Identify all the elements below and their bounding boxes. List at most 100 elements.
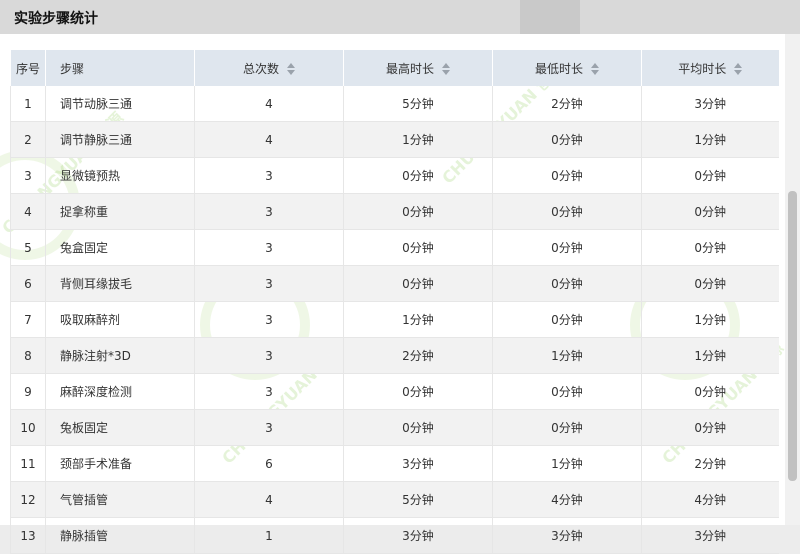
cell-index: 6 (10, 265, 46, 302)
cell-avg-duration: 0分钟 (641, 409, 779, 446)
cell-max-duration: 5分钟 (343, 481, 493, 518)
cell-index: 3 (10, 157, 46, 194)
cell-step: 兔盒固定 (45, 229, 195, 266)
cell-min-duration: 1分钟 (492, 337, 642, 374)
header-index: 序号 (10, 50, 46, 86)
table-row: 12 气管插管 4 5分钟 4分钟 4分钟 (10, 481, 779, 518)
cell-total-count: 4 (194, 121, 344, 158)
table-row: 8 静脉注射*3D 3 2分钟 1分钟 1分钟 (10, 337, 779, 374)
cell-max-duration: 0分钟 (343, 373, 493, 410)
cell-max-duration: 1分钟 (343, 301, 493, 338)
cell-step: 麻醉深度检测 (45, 373, 195, 410)
cell-avg-duration: 0分钟 (641, 229, 779, 266)
cell-min-duration: 0分钟 (492, 373, 642, 410)
cell-min-duration: 0分钟 (492, 229, 642, 266)
cell-min-duration: 0分钟 (492, 157, 642, 194)
cell-avg-duration: 3分钟 (641, 86, 779, 122)
vertical-scrollbar[interactable] (785, 34, 800, 525)
cell-total-count: 6 (194, 445, 344, 482)
table-row: 4 捉拿称重 3 0分钟 0分钟 0分钟 (10, 193, 779, 230)
table-row: 5 兔盒固定 3 0分钟 0分钟 0分钟 (10, 229, 779, 266)
table-row: 3 显微镜预热 3 0分钟 0分钟 0分钟 (10, 157, 779, 194)
scrollbar-thumb[interactable] (788, 191, 797, 481)
cell-index: 12 (10, 481, 46, 518)
cell-index: 10 (10, 409, 46, 446)
cell-max-duration: 5分钟 (343, 86, 493, 122)
cell-total-count: 1 (194, 517, 344, 554)
cell-max-duration: 0分钟 (343, 265, 493, 302)
cell-min-duration: 1分钟 (492, 445, 642, 482)
cell-index: 8 (10, 337, 46, 374)
sort-icon[interactable] (287, 63, 295, 75)
cell-max-duration: 3分钟 (343, 517, 493, 554)
cell-max-duration: 0分钟 (343, 193, 493, 230)
cell-max-duration: 0分钟 (343, 409, 493, 446)
cell-step: 颈部手术准备 (45, 445, 195, 482)
cell-avg-duration: 1分钟 (641, 121, 779, 158)
steps-table: 序号 步骤 总次数 最高时长 最低时长 平均时长 1 调节动脉三通 4 5分钟 2分钟 3… (10, 50, 779, 554)
cell-step: 显微镜预热 (45, 157, 195, 194)
cell-total-count: 3 (194, 265, 344, 302)
table-row: 6 背侧耳缘拔毛 3 0分钟 0分钟 0分钟 (10, 265, 779, 302)
cell-index: 1 (10, 86, 46, 122)
cell-step: 静脉插管 (45, 517, 195, 554)
cell-step: 静脉注射*3D (45, 337, 195, 374)
table-row: 7 吸取麻醉剂 3 1分钟 0分钟 1分钟 (10, 301, 779, 338)
sort-icon[interactable] (442, 63, 450, 75)
cell-max-duration: 3分钟 (343, 445, 493, 482)
sort-icon[interactable] (734, 63, 743, 75)
dialog-title-bar: 实验步骤统计 (0, 0, 800, 34)
cell-avg-duration: 0分钟 (641, 373, 779, 410)
table-row: 10 兔板固定 3 0分钟 0分钟 0分钟 (10, 409, 779, 446)
cell-avg-duration: 3分钟 (641, 517, 779, 554)
cell-avg-duration: 0分钟 (641, 265, 779, 302)
cell-index: 4 (10, 193, 46, 230)
cell-avg-duration: 0分钟 (641, 193, 779, 230)
table-row: 13 静脉插管 1 3分钟 3分钟 3分钟 (10, 517, 779, 554)
cell-total-count: 4 (194, 481, 344, 518)
cell-avg-duration: 2分钟 (641, 445, 779, 482)
cell-avg-duration: 4分钟 (641, 481, 779, 518)
cell-min-duration: 0分钟 (492, 409, 642, 446)
cell-avg-duration: 0分钟 (641, 157, 779, 194)
table-row: 1 调节动脉三通 4 5分钟 2分钟 3分钟 (10, 86, 779, 122)
table-header-row: 序号 步骤 总次数 最高时长 最低时长 平均时长 (10, 50, 779, 86)
header-step: 步骤 (45, 50, 195, 86)
cell-total-count: 3 (194, 373, 344, 410)
cell-total-count: 3 (194, 229, 344, 266)
cell-step: 背侧耳缘拔毛 (45, 265, 195, 302)
cell-max-duration: 2分钟 (343, 337, 493, 374)
cell-max-duration: 1分钟 (343, 121, 493, 158)
cell-step: 气管插管 (45, 481, 195, 518)
cell-total-count: 3 (194, 337, 344, 374)
header-avg-duration[interactable]: 平均时长 (641, 50, 779, 86)
cell-index: 13 (10, 517, 46, 554)
header-max-duration[interactable]: 最高时长 (343, 50, 493, 86)
cell-total-count: 3 (194, 157, 344, 194)
cell-avg-duration: 1分钟 (641, 301, 779, 338)
dialog-title: 实验步骤统计 (14, 11, 98, 27)
table-row: 9 麻醉深度检测 3 0分钟 0分钟 0分钟 (10, 373, 779, 410)
sort-icon[interactable] (591, 63, 599, 75)
cell-min-duration: 2分钟 (492, 86, 642, 122)
cell-index: 2 (10, 121, 46, 158)
cell-index: 5 (10, 229, 46, 266)
header-total-count[interactable]: 总次数 (194, 50, 344, 86)
cell-step: 调节静脉三通 (45, 121, 195, 158)
cell-step: 吸取麻醉剂 (45, 301, 195, 338)
cell-min-duration: 4分钟 (492, 481, 642, 518)
cell-max-duration: 0分钟 (343, 229, 493, 266)
cell-min-duration: 0分钟 (492, 121, 642, 158)
header-min-duration[interactable]: 最低时长 (492, 50, 642, 86)
cell-total-count: 3 (194, 409, 344, 446)
cell-min-duration: 0分钟 (492, 265, 642, 302)
cell-step: 调节动脉三通 (45, 86, 195, 122)
cell-index: 9 (10, 373, 46, 410)
cell-step: 捉拿称重 (45, 193, 195, 230)
cell-min-duration: 0分钟 (492, 193, 642, 230)
cell-step: 兔板固定 (45, 409, 195, 446)
cell-min-duration: 3分钟 (492, 517, 642, 554)
cell-total-count: 4 (194, 86, 344, 122)
title-bar-decoration (520, 0, 580, 34)
table-row: 11 颈部手术准备 6 3分钟 1分钟 2分钟 (10, 445, 779, 482)
